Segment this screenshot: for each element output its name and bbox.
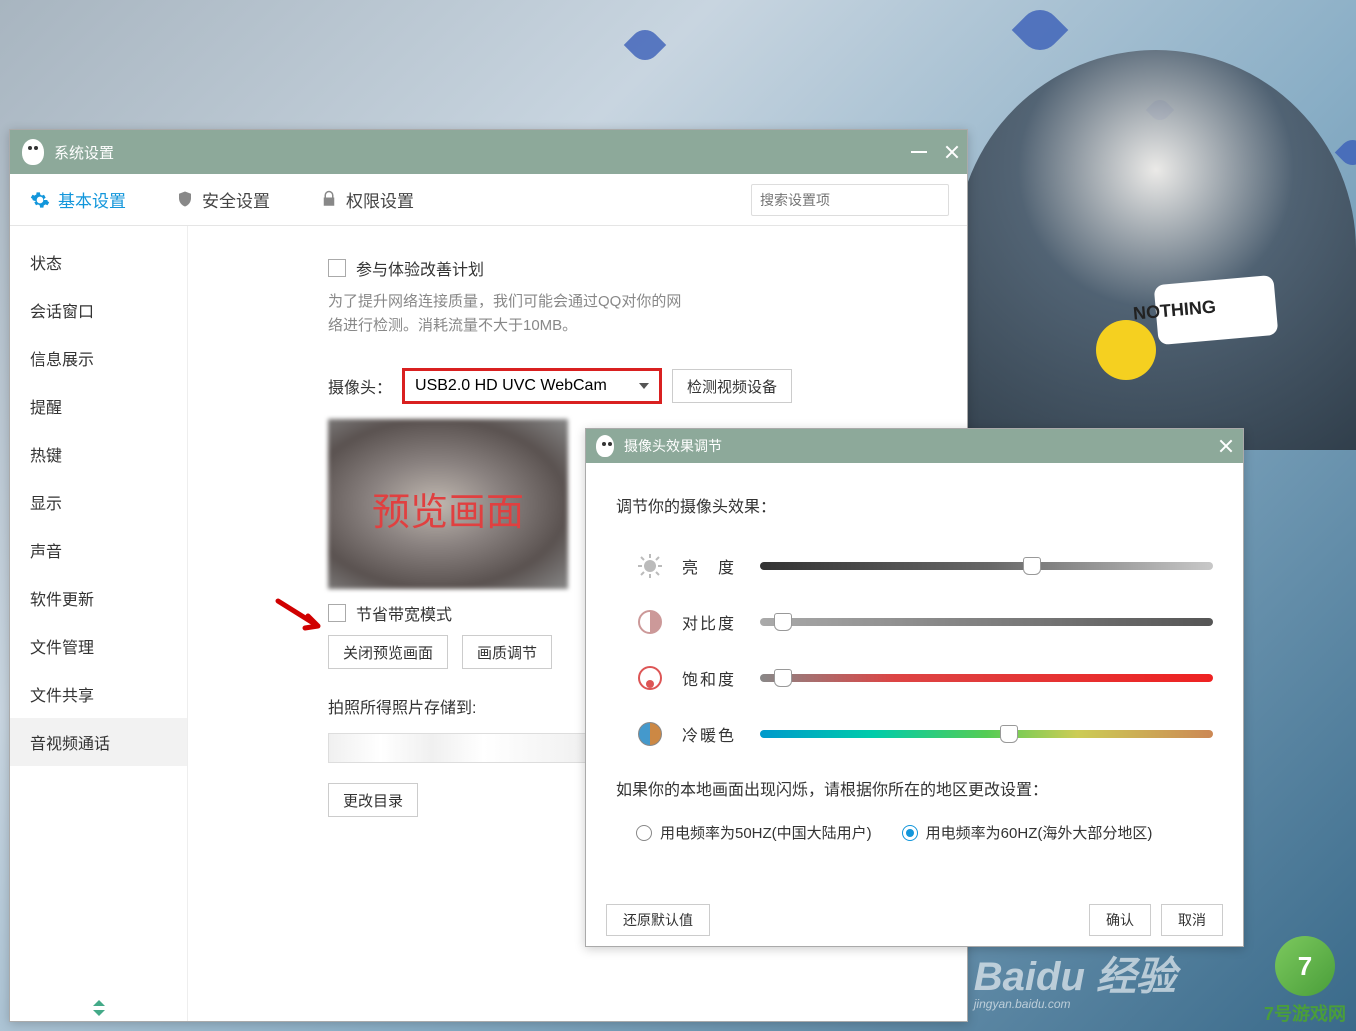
shield-icon	[176, 190, 194, 210]
close-icon[interactable]	[1219, 439, 1233, 453]
sidebar-item-status[interactable]: 状态	[10, 238, 187, 286]
sidebar-scroll-down-icon[interactable]	[93, 1010, 105, 1016]
brightness-slider-thumb[interactable]	[1023, 557, 1041, 575]
sidebar-item-sound[interactable]: 声音	[10, 526, 187, 574]
saturation-slider-row: 饱和度	[616, 664, 1213, 692]
reset-defaults-button[interactable]: 还原默认值	[606, 904, 710, 936]
settings-tab-bar: 基本设置 安全设置 权限设置	[10, 174, 967, 226]
warmth-icon	[636, 720, 664, 748]
warmth-slider-row: 冷暖色	[616, 720, 1213, 748]
chevron-down-icon	[639, 383, 649, 389]
sidebar-item-display[interactable]: 显示	[10, 478, 187, 526]
contrast-slider-thumb[interactable]	[774, 613, 792, 631]
contrast-slider-row: 对比度	[616, 608, 1213, 636]
checkbox-experience-label: 参与体验改善计划	[356, 256, 484, 280]
warmth-label: 冷暖色	[682, 722, 742, 746]
photo-path-input[interactable]	[328, 733, 588, 763]
radio-icon	[902, 825, 918, 841]
minimize-icon[interactable]	[911, 151, 927, 153]
tab-basic[interactable]: 基本设置	[30, 187, 126, 212]
main-titlebar[interactable]: 系统设置	[10, 130, 967, 174]
camera-select[interactable]: USB2.0 HD UVC WebCam	[402, 368, 662, 404]
saturation-slider[interactable]	[760, 674, 1213, 682]
adjust-heading: 调节你的摄像头效果：	[616, 493, 1213, 517]
ok-button[interactable]: 确认	[1089, 904, 1151, 936]
change-directory-button[interactable]: 更改目录	[328, 783, 418, 817]
close-preview-button[interactable]: 关闭预览画面	[328, 635, 448, 669]
camera-preview: 预览画面	[328, 419, 568, 589]
qq-penguin-icon	[596, 435, 614, 457]
brightness-slider-row: 亮 度	[616, 552, 1213, 580]
sidebar-scroll-up-icon[interactable]	[93, 1000, 105, 1006]
sidebar-item-info-display[interactable]: 信息展示	[10, 334, 187, 382]
sidebar-item-av-call[interactable]: 音视频通话	[10, 718, 187, 766]
contrast-icon	[636, 608, 664, 636]
brightness-icon	[636, 552, 664, 580]
radio-60hz[interactable]: 用电频率为60HZ(海外大部分地区)	[902, 822, 1153, 843]
experience-description: 为了提升网络连接质量，我们可能会通过QQ对你的网络进行检测。消耗流量不大于10M…	[328, 290, 688, 338]
adjust-titlebar[interactable]: 摄像头效果调节	[586, 429, 1243, 463]
search-box[interactable]	[751, 184, 949, 216]
sidebar-item-file-share[interactable]: 文件共享	[10, 670, 187, 718]
sidebar-item-file-manage[interactable]: 文件管理	[10, 622, 187, 670]
saturation-slider-thumb[interactable]	[774, 669, 792, 687]
saturation-icon	[636, 664, 664, 692]
camera-select-value: USB2.0 HD UVC WebCam	[415, 377, 607, 395]
brightness-label: 亮 度	[682, 554, 742, 578]
tab-permission-label: 权限设置	[346, 187, 414, 212]
cancel-button[interactable]: 取消	[1161, 904, 1223, 936]
search-input[interactable]	[760, 192, 941, 208]
sidebar-item-hotkey[interactable]: 热键	[10, 430, 187, 478]
main-window-title: 系统设置	[54, 142, 114, 163]
sidebar-item-software-update[interactable]: 软件更新	[10, 574, 187, 622]
flicker-description: 如果你的本地画面出现闪烁，请根据你所在的地区更改设置：	[616, 776, 1213, 800]
radio-50hz-label: 用电频率为50HZ(中国大陆用户)	[660, 822, 872, 843]
sidebar-item-chat-window[interactable]: 会话窗口	[10, 286, 187, 334]
qq-penguin-icon	[22, 139, 44, 165]
tab-security[interactable]: 安全设置	[176, 187, 270, 212]
tab-permission[interactable]: 权限设置	[320, 187, 414, 212]
quality-adjust-button[interactable]: 画质调节	[462, 635, 552, 669]
radio-50hz[interactable]: 用电频率为50HZ(中国大陆用户)	[636, 822, 872, 843]
gear-icon	[30, 190, 50, 210]
tab-basic-label: 基本设置	[58, 187, 126, 212]
close-icon[interactable]	[945, 145, 959, 159]
preview-overlay-text: 预览画面	[328, 481, 568, 536]
camera-label: 摄像头：	[328, 374, 392, 398]
checkbox-bandwidth-label: 节省带宽模式	[356, 601, 452, 625]
lock-icon	[320, 190, 338, 210]
tab-security-label: 安全设置	[202, 187, 270, 212]
detect-video-device-button[interactable]: 检测视频设备	[672, 369, 792, 403]
adjust-window-title: 摄像头效果调节	[624, 436, 722, 456]
checkbox-experience-plan[interactable]	[328, 259, 346, 277]
settings-sidebar: 状态 会话窗口 信息展示 提醒 热键 显示 声音 软件更新 文件管理 文件共享 …	[10, 226, 188, 1021]
camera-adjust-window: 摄像头效果调节 调节你的摄像头效果： 亮 度 对比度	[585, 428, 1244, 947]
radio-60hz-label: 用电频率为60HZ(海外大部分地区)	[926, 822, 1153, 843]
radio-icon	[636, 825, 652, 841]
warmth-slider[interactable]	[760, 730, 1213, 738]
brightness-slider[interactable]	[760, 562, 1213, 570]
contrast-label: 对比度	[682, 610, 742, 634]
sidebar-item-reminder[interactable]: 提醒	[10, 382, 187, 430]
annotation-arrow-icon	[273, 596, 333, 636]
contrast-slider[interactable]	[760, 618, 1213, 626]
saturation-label: 饱和度	[682, 666, 742, 690]
warmth-slider-thumb[interactable]	[1000, 725, 1018, 743]
